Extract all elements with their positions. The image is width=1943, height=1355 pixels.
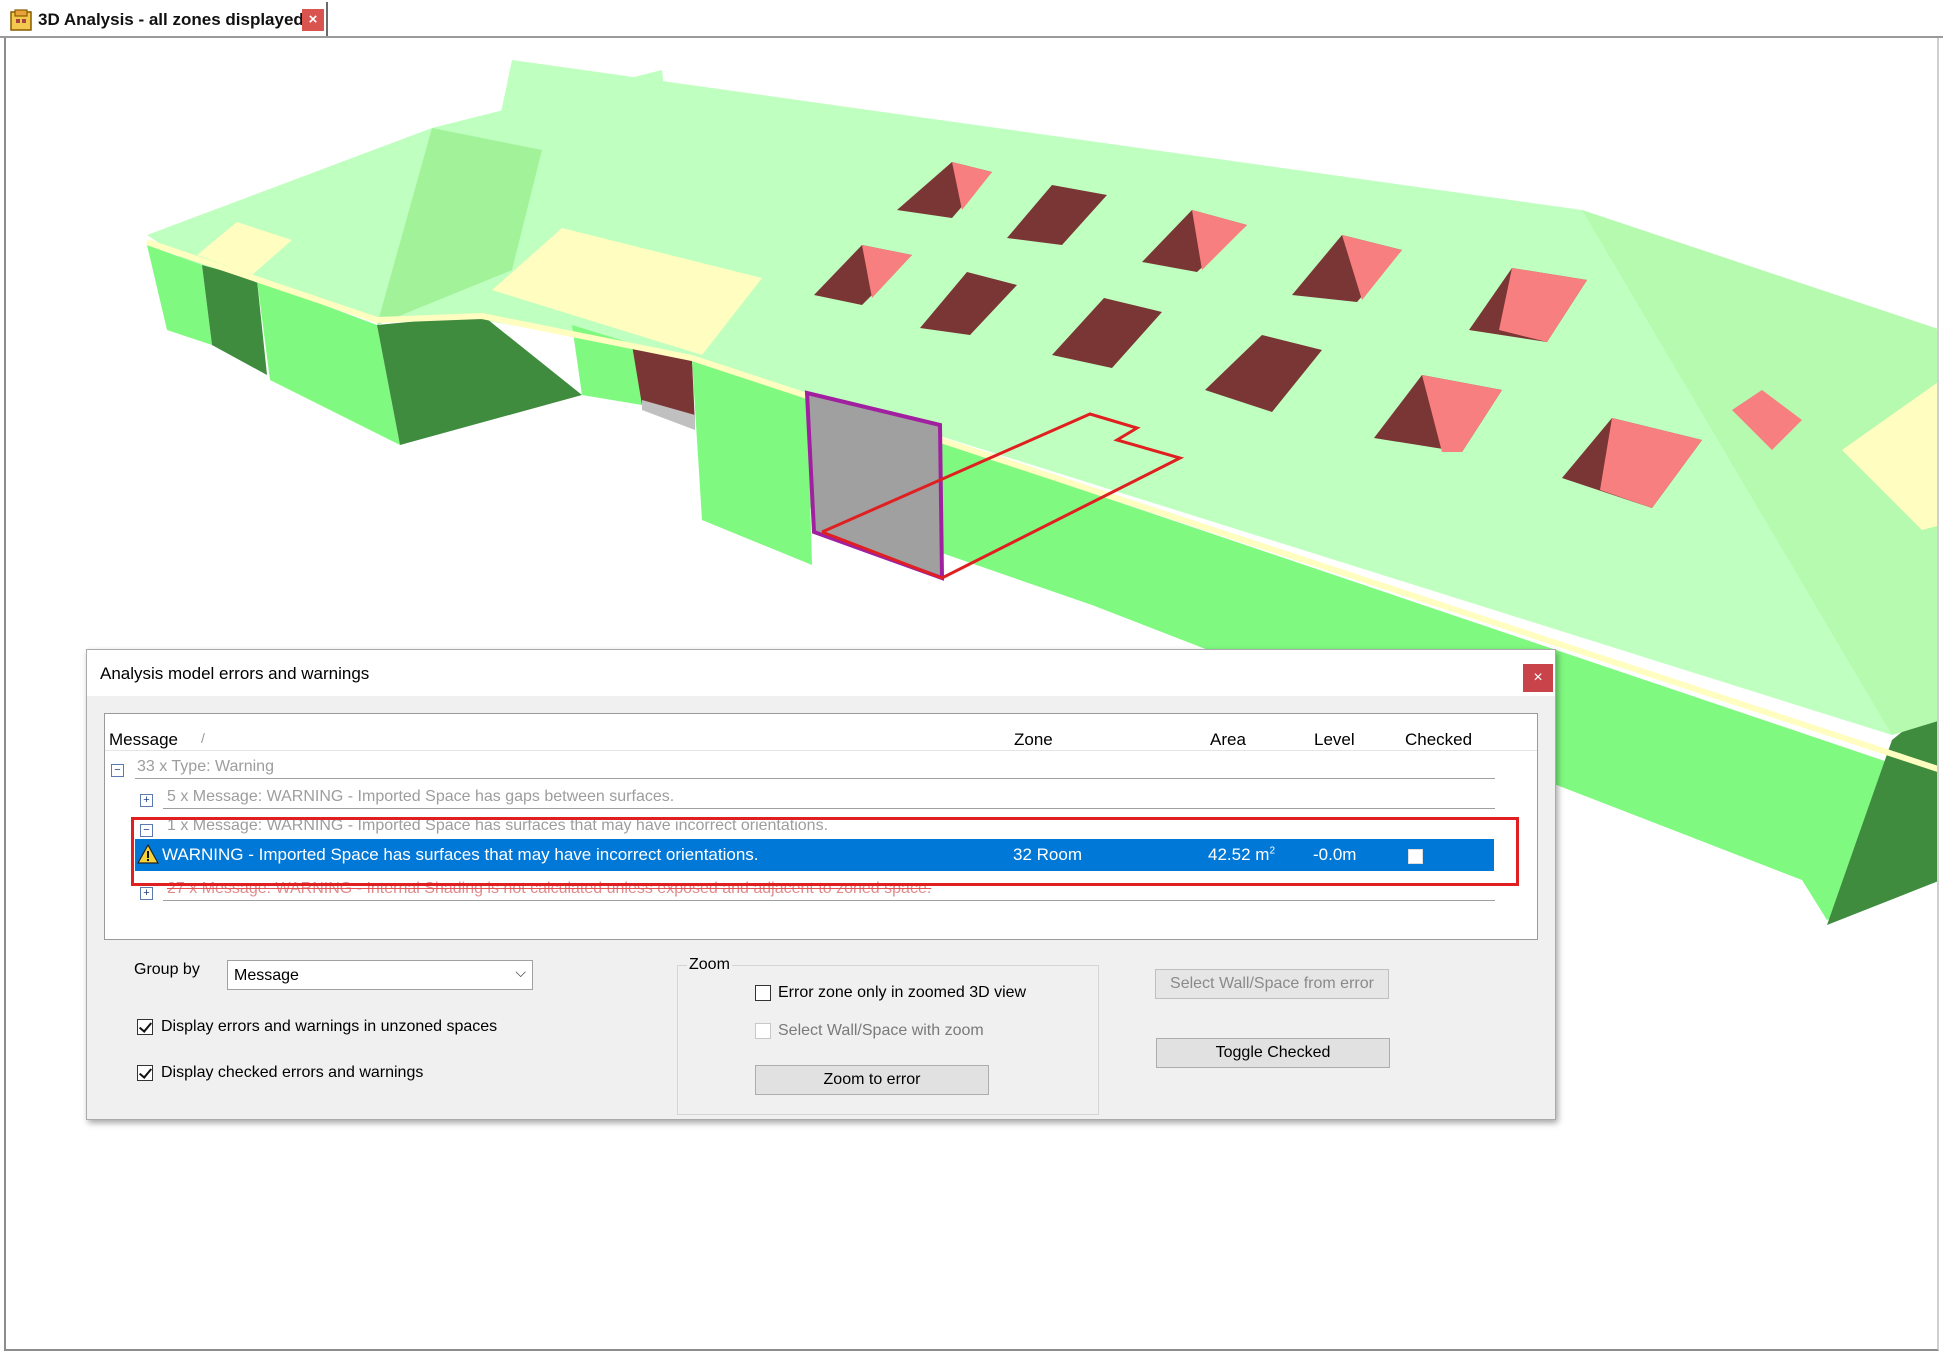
- group-by-value: Message: [234, 967, 299, 984]
- chevron-down-icon: ⌵: [515, 964, 526, 980]
- unzoned-checkbox[interactable]: [137, 1019, 153, 1035]
- tree-group-warning[interactable]: 33 x Type: Warning: [137, 758, 274, 776]
- column-header-zone[interactable]: Zone: [1014, 730, 1053, 750]
- errors-warnings-dialog[interactable]: Analysis model errors and warnings × Mes…: [86, 649, 1556, 1120]
- building-icon: [10, 9, 32, 31]
- error-zone-only-checkbox[interactable]: [755, 985, 771, 1001]
- zoom-legend: Zoom: [687, 956, 732, 974]
- expand-icon[interactable]: +: [140, 794, 153, 807]
- unzoned-label: Display errors and warnings in unzoned s…: [161, 1018, 498, 1035]
- toggle-checked-button[interactable]: Toggle Checked: [1156, 1038, 1390, 1068]
- errors-tree-list[interactable]: Message / Zone Area Level Checked − 33 x…: [104, 713, 1538, 940]
- sort-indicator-icon: /: [201, 730, 205, 746]
- header-divider: [105, 750, 1537, 751]
- dialog-close-button[interactable]: ×: [1523, 664, 1553, 692]
- select-wall-zoom-checkbox[interactable]: [755, 1023, 771, 1039]
- tab-bar: 3D Analysis - all zones displayed ×: [0, 0, 1943, 38]
- column-header-message[interactable]: Message: [109, 730, 178, 750]
- dialog-titlebar[interactable]: Analysis model errors and warnings ×: [87, 650, 1555, 696]
- tree-rule: [163, 900, 1495, 901]
- dialog-title: Analysis model errors and warnings: [100, 664, 370, 683]
- select-wall-zoom-label: Select Wall/Space with zoom: [778, 1022, 984, 1039]
- grey-window: [804, 390, 945, 581]
- tab-3d-analysis[interactable]: 3D Analysis - all zones displayed ×: [2, 2, 328, 36]
- column-header-level[interactable]: Level: [1314, 730, 1355, 750]
- collapse-icon[interactable]: −: [111, 764, 124, 777]
- column-header-area[interactable]: Area: [1210, 730, 1246, 750]
- group-by-label: Group by: [134, 961, 200, 978]
- tab-close-button[interactable]: ×: [302, 9, 324, 31]
- error-zone-only-label: Error zone only in zoomed 3D view: [778, 984, 1027, 1001]
- group-by-dropdown[interactable]: Message ⌵: [227, 960, 533, 990]
- checked-items-checkbox[interactable]: [137, 1065, 153, 1081]
- expand-icon[interactable]: +: [140, 887, 153, 900]
- checked-items-label: Display checked errors and warnings: [161, 1064, 424, 1081]
- tree-item-gaps[interactable]: 5 x Message: WARNING - Imported Space ha…: [167, 788, 674, 806]
- tree-rule: [135, 778, 1495, 779]
- select-wall-space-button[interactable]: Select Wall/Space from error: [1155, 969, 1389, 999]
- left-wall-4: [377, 315, 582, 445]
- column-header-checked[interactable]: Checked: [1405, 730, 1472, 750]
- tab-title: 3D Analysis - all zones displayed: [38, 10, 304, 29]
- red-highlight-annotation: [131, 817, 1519, 886]
- tree-rule: [163, 808, 1495, 809]
- zoom-to-error-button[interactable]: Zoom to error: [755, 1065, 989, 1095]
